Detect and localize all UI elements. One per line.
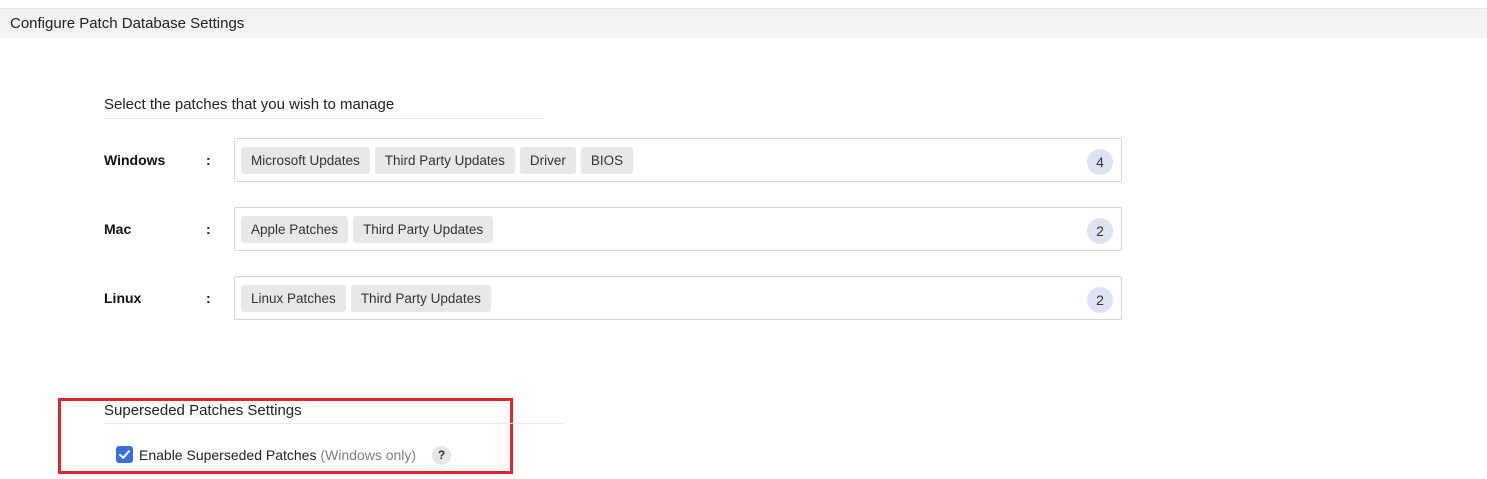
- page-header: Configure Patch Database Settings: [0, 8, 1487, 38]
- chip-third-party-updates[interactable]: Third Party Updates: [374, 147, 515, 174]
- chip-driver[interactable]: Driver: [519, 147, 576, 174]
- chip-third-party-updates[interactable]: Third Party Updates: [350, 285, 491, 312]
- chip-third-party-updates[interactable]: Third Party Updates: [353, 216, 494, 243]
- linux-patch-select[interactable]: Linux Patches Third Party Updates 2: [234, 276, 1122, 320]
- windows-separator: :: [206, 152, 211, 168]
- windows-count-badge: 4: [1087, 149, 1113, 175]
- page-title: Configure Patch Database Settings: [10, 15, 245, 32]
- linux-count-badge: 2: [1087, 287, 1113, 313]
- windows-patch-select[interactable]: Microsoft Updates Third Party Updates Dr…: [234, 138, 1122, 182]
- enable-superseded-label[interactable]: Enable Superseded Patches (Windows only): [139, 447, 416, 463]
- patches-section-divider: [104, 118, 544, 119]
- mac-count-badge: 2: [1087, 218, 1113, 244]
- linux-label: Linux: [104, 290, 142, 306]
- chip-microsoft-updates[interactable]: Microsoft Updates: [241, 147, 370, 174]
- enable-superseded-checkbox[interactable]: [116, 446, 133, 463]
- patches-section-title: Select the patches that you wish to mana…: [104, 96, 395, 113]
- check-icon: [119, 450, 130, 459]
- windows-label: Windows: [104, 152, 166, 168]
- chip-linux-patches[interactable]: Linux Patches: [241, 285, 346, 312]
- mac-patch-select[interactable]: Apple Patches Third Party Updates 2: [234, 207, 1122, 251]
- mac-label: Mac: [104, 221, 132, 237]
- chip-bios[interactable]: BIOS: [580, 147, 634, 174]
- linux-separator: :: [206, 290, 211, 306]
- superseded-section-divider: [104, 423, 564, 424]
- checkbox-note: (Windows only): [320, 447, 417, 463]
- mac-separator: :: [206, 221, 211, 237]
- chip-apple-patches[interactable]: Apple Patches: [241, 216, 349, 243]
- superseded-section-title: Superseded Patches Settings: [104, 402, 302, 419]
- question-icon[interactable]: ?: [432, 446, 451, 465]
- checkbox-label-text: Enable Superseded Patches: [139, 447, 317, 463]
